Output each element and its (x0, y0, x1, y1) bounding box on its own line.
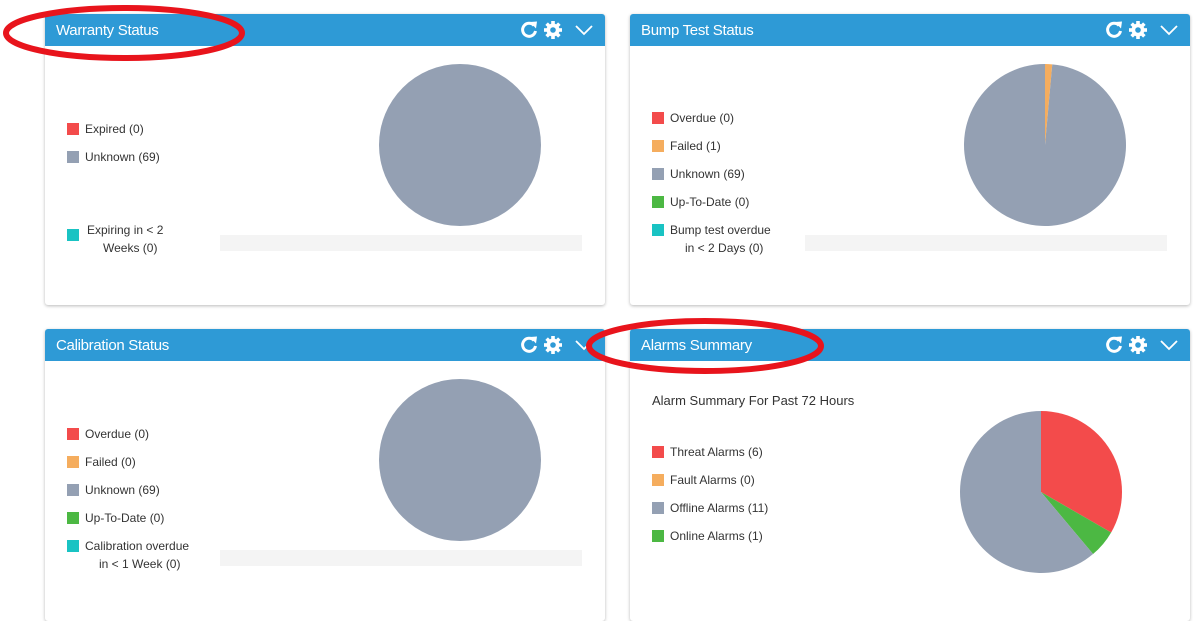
widget-title: Calibration Status (56, 337, 169, 354)
chart-legend: Overdue (0) Failed (0) Unknown (69) Up-T… (67, 427, 189, 583)
gear-icon[interactable] (1128, 20, 1148, 40)
legend-swatch (652, 502, 664, 514)
chart-legend: Expired (0) Unknown (69) (67, 122, 160, 178)
legend-label: Online Alarms (1) (670, 529, 763, 543)
legend-item[interactable]: Bump test overdue in < 2 Days (0) (652, 223, 771, 267)
legend-item[interactable]: Failed (0) (67, 455, 189, 483)
legend-item[interactable]: Unknown (69) (67, 483, 189, 511)
alarms-pie-chart (960, 411, 1122, 573)
legend-item[interactable]: Failed (1) (652, 139, 771, 167)
legend-item[interactable]: Threat Alarms (6) (652, 445, 768, 473)
bump-test-pie-chart (964, 64, 1126, 227)
calibration-status-widget: Calibration Status Overdue (0) Failed (0… (45, 329, 605, 621)
legend-item[interactable]: Unknown (69) (67, 150, 160, 178)
widget-title: Bump Test Status (641, 22, 754, 39)
legend-item[interactable]: Offline Alarms (11) (652, 501, 768, 529)
legend-label: Failed (1) (670, 139, 721, 153)
legend-label: Up-To-Date (0) (670, 195, 750, 209)
legend-item[interactable]: Online Alarms (1) (652, 529, 768, 557)
legend-label-line2: in < 1 Week (0) (99, 557, 181, 571)
chart-legend-extra: Expiring in < 2 Weeks (0) (67, 222, 219, 266)
legend-item[interactable]: Up-To-Date (0) (652, 195, 771, 223)
chart-legend: Threat Alarms (6) Fault Alarms (0) Offli… (652, 445, 768, 557)
calibration-pie-chart (379, 379, 541, 541)
chart-scrollbar[interactable] (220, 550, 582, 566)
legend-swatch (67, 456, 79, 468)
refresh-icon[interactable] (1104, 20, 1124, 40)
pie-slice-unknown[interactable] (379, 379, 541, 541)
widget-title: Warranty Status (56, 22, 159, 39)
chevron-down-icon[interactable] (574, 335, 594, 355)
legend-label: Overdue (0) (85, 427, 150, 441)
legend-swatch (67, 484, 79, 496)
pie-slice-unknown[interactable] (964, 64, 1126, 227)
widget-title: Alarms Summary (641, 337, 752, 354)
legend-label-line2: in < 2 Days (0) (685, 241, 764, 255)
legend-item[interactable]: Expired (0) (67, 122, 160, 150)
legend-swatch (652, 196, 664, 208)
legend-swatch (67, 540, 79, 552)
legend-item[interactable]: Calibration overdue in < 1 Week (0) (67, 539, 189, 583)
widget-header: Calibration Status (45, 329, 605, 361)
legend-label: Fault Alarms (0) (670, 473, 755, 487)
bump-test-status-widget: Bump Test Status Overdue (0) Failed (1) … (630, 14, 1190, 305)
legend-item[interactable]: Overdue (0) (652, 111, 771, 139)
legend-label: Overdue (0) (670, 111, 735, 125)
legend-item[interactable]: Up-To-Date (0) (67, 511, 189, 539)
legend-item[interactable]: Overdue (0) (67, 427, 189, 455)
legend-label: Unknown (69) (85, 150, 160, 164)
legend-label-line2: Weeks (0) (103, 241, 158, 255)
refresh-icon[interactable] (519, 335, 539, 355)
refresh-icon[interactable] (519, 20, 539, 40)
warranty-status-widget: Warranty Status Expired (0) Unknown (69)… (45, 14, 605, 305)
warranty-pie-chart (379, 64, 541, 226)
legend-label: Threat Alarms (6) (670, 445, 763, 459)
legend-swatch (67, 151, 79, 163)
gear-icon[interactable] (543, 20, 563, 40)
legend-swatch (652, 530, 664, 542)
legend-swatch (67, 428, 79, 440)
chart-subtitle: Alarm Summary For Past 72 Hours (652, 393, 855, 408)
gear-icon[interactable] (543, 335, 563, 355)
alarms-summary-widget: Alarms Summary Alarm Summary For Past 72… (630, 329, 1190, 621)
chevron-down-icon[interactable] (1159, 335, 1179, 355)
widget-header: Warranty Status (45, 14, 605, 46)
gear-icon[interactable] (1128, 335, 1148, 355)
refresh-icon[interactable] (1104, 335, 1124, 355)
chevron-down-icon[interactable] (1159, 20, 1179, 40)
legend-label: Offline Alarms (11) (670, 501, 769, 515)
legend-swatch (67, 229, 79, 241)
legend-swatch (652, 140, 664, 152)
legend-swatch (652, 446, 664, 458)
legend-swatch (652, 168, 664, 180)
legend-label: Unknown (69) (85, 483, 160, 497)
legend-item[interactable]: Expiring in < 2 Weeks (0) (67, 222, 219, 266)
legend-label: Failed (0) (85, 455, 136, 469)
chart-scrollbar[interactable] (805, 235, 1167, 251)
legend-swatch (652, 112, 664, 124)
legend-swatch (67, 123, 79, 135)
legend-item[interactable]: Unknown (69) (652, 167, 771, 195)
legend-label: Unknown (69) (670, 167, 745, 181)
chart-scrollbar[interactable] (220, 235, 582, 251)
chart-legend: Overdue (0) Failed (1) Unknown (69) Up-T… (652, 111, 771, 267)
legend-swatch (652, 474, 664, 486)
legend-item[interactable]: Fault Alarms (0) (652, 473, 768, 501)
legend-swatch (67, 512, 79, 524)
legend-label: Up-To-Date (0) (85, 511, 165, 525)
legend-swatch (652, 224, 664, 236)
chevron-down-icon[interactable] (574, 20, 594, 40)
legend-label: Expired (0) (85, 122, 144, 136)
widget-header: Bump Test Status (630, 14, 1190, 46)
pie-slice-unknown[interactable] (379, 64, 541, 226)
widget-header: Alarms Summary (630, 329, 1190, 361)
